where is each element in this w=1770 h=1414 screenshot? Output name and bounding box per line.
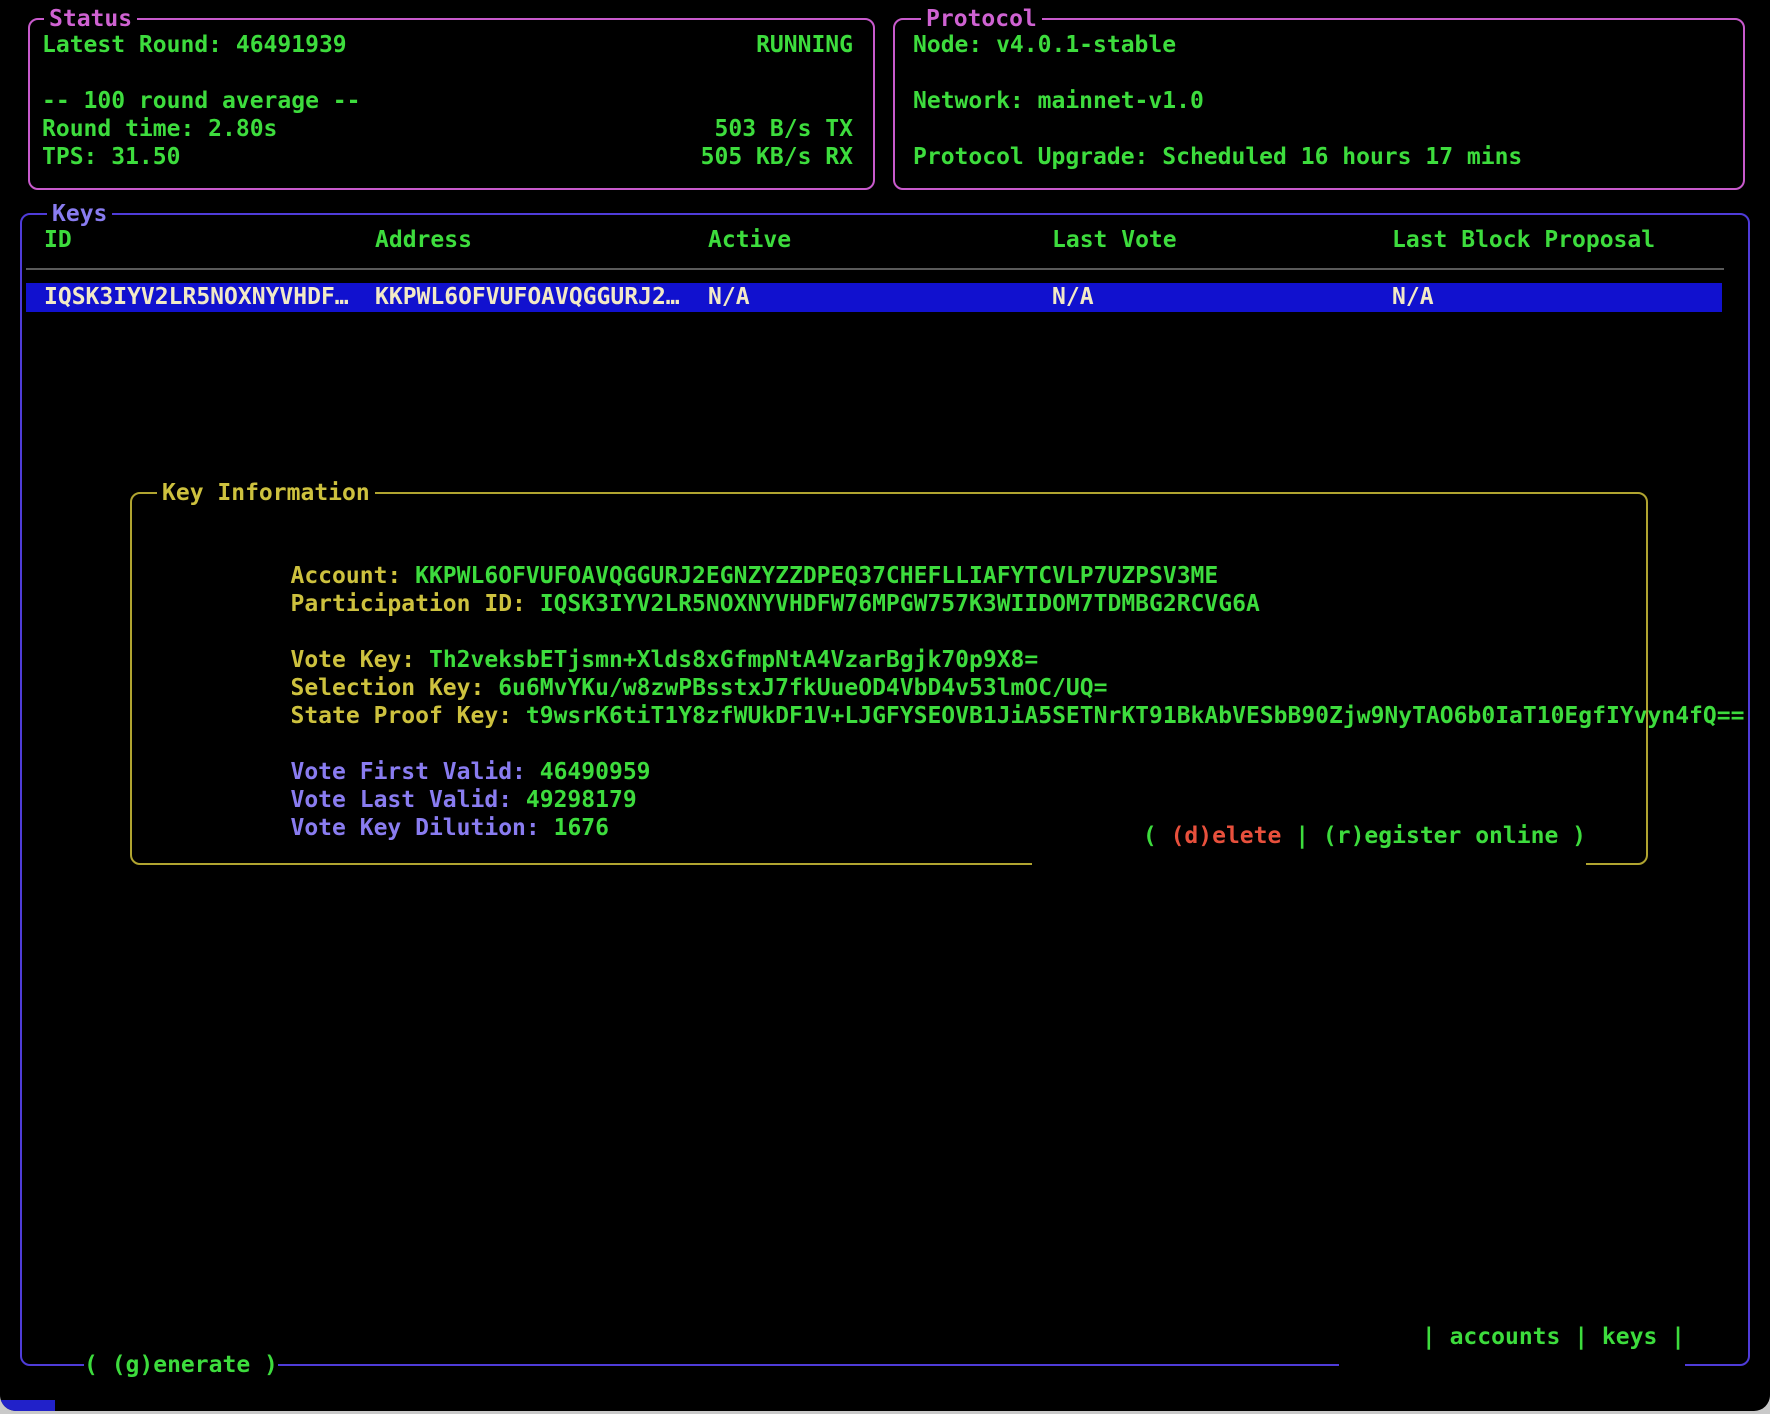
table-header-divider xyxy=(26,268,1724,270)
state-proof-key-value: t9wsrK6tiT1Y8zfWUkDF1V+LJGFYSEOVB1JiA5SE… xyxy=(526,703,1745,729)
protocol-upgrade-value: Protocol Upgrade: Scheduled 16 hours 17 … xyxy=(913,143,1522,171)
key-information-body: Account: KKPWL6OFVUFOAVQGGURJ2EGNZYZZDPE… xyxy=(132,494,1646,814)
protocol-line-network: Network: mainnet-v1.0 xyxy=(913,87,1723,115)
network-value: Network: mainnet-v1.0 xyxy=(913,87,1204,115)
row-cell-id: IQSK3IYV2LR5NOXNYVHDF… xyxy=(44,283,375,312)
bottom-blue-strip xyxy=(0,1400,55,1411)
tab-keys[interactable]: keys xyxy=(1602,1324,1657,1350)
node-state-badge: RUNNING xyxy=(756,31,853,59)
vote-first-valid-line: Vote First Valid: 46490959 xyxy=(152,730,1646,758)
vote-key-value: Th2veksbETjsmn+Xlds8xGfmpNtA4VzarBgjk70p… xyxy=(429,647,1038,673)
vote-last-valid-value: 49298179 xyxy=(526,787,637,813)
state-proof-key-label: State Proof Key: xyxy=(290,703,525,729)
spacer-line xyxy=(42,59,853,87)
register-online-button[interactable]: (r)egister online xyxy=(1323,823,1558,849)
tabs-pipe-open: | xyxy=(1422,1324,1450,1350)
spacer-line xyxy=(913,59,1723,87)
keys-table-header: ID Address Active Last Vote Last Block P… xyxy=(44,226,1708,254)
spacer-line xyxy=(913,115,1723,143)
vote-last-valid-label: Vote Last Valid: xyxy=(290,787,525,813)
status-line-tps: TPS: 31.50 505 KB/s RX xyxy=(42,143,853,171)
vote-key-label: Vote Key: xyxy=(290,647,428,673)
column-header-address: Address xyxy=(375,226,708,254)
row-cell-last-vote: N/A xyxy=(1052,283,1392,312)
key-actions-open-paren: ( xyxy=(1143,823,1171,849)
key-information-panel: Key Information Account: KKPWL6OFVUFOAVQ… xyxy=(130,492,1648,865)
status-panel-title: Status xyxy=(44,5,137,33)
column-header-last-block-proposal: Last Block Proposal xyxy=(1392,226,1708,254)
key-actions-close-paren: ) xyxy=(1558,823,1586,849)
status-panel: Status Latest Round: 46491939 RUNNING --… xyxy=(28,18,875,190)
column-header-active: Active xyxy=(708,226,1052,254)
tps-value: TPS: 31.50 xyxy=(42,143,180,171)
selection-key-value: 6u6MvYKu/w8zwPBsstxJ7fkUueOD4VbD4v53lmOC… xyxy=(498,675,1107,701)
keys-panel-title: Keys xyxy=(47,200,112,228)
view-tabs: | accounts | keys | xyxy=(1339,1295,1685,1379)
vote-key-dilution-label: Vote Key Dilution: xyxy=(290,815,553,841)
protocol-line-node: Node: v4.0.1-stable xyxy=(913,31,1723,59)
key-table-row-selected[interactable]: IQSK3IYV2LR5NOXNYVHDF… KKPWL6OFVUFOAVQGG… xyxy=(26,283,1722,312)
spacer-line xyxy=(152,506,1646,534)
tabs-pipe-close: | xyxy=(1657,1324,1685,1350)
account-line: Account: KKPWL6OFVUFOAVQGGURJ2EGNZYZZDPE… xyxy=(152,534,1646,562)
key-actions: ( (d)elete | (r)egister online ) xyxy=(1032,794,1586,878)
status-line-avg-header: -- 100 round average -- xyxy=(42,87,853,115)
row-cell-address: KKPWL6OFVUFOAVQGGURJ2… xyxy=(375,283,708,312)
column-header-id: ID xyxy=(44,226,375,254)
terminal-window: Status Latest Round: 46491939 RUNNING --… xyxy=(0,0,1770,1411)
tab-accounts[interactable]: accounts xyxy=(1450,1324,1561,1350)
status-line-round: Latest Round: 46491939 RUNNING xyxy=(42,31,853,59)
selection-key-label: Selection Key: xyxy=(290,675,498,701)
node-version-value: Node: v4.0.1-stable xyxy=(913,31,1176,59)
tx-rate-value: 503 B/s TX xyxy=(715,115,853,143)
protocol-panel-body: Node: v4.0.1-stable Network: mainnet-v1.… xyxy=(895,20,1743,171)
generate-key-button[interactable]: ( (g)enerate ) xyxy=(84,1351,278,1379)
delete-key-button[interactable]: (d)elete xyxy=(1171,823,1282,849)
account-label: Account: xyxy=(290,563,415,589)
key-information-title: Key Information xyxy=(157,479,375,507)
tabs-pipe-mid: | xyxy=(1560,1324,1602,1350)
row-cell-last-block-proposal: N/A xyxy=(1392,283,1722,312)
round-time-value: Round time: 2.80s xyxy=(42,115,277,143)
vote-first-valid-value: 46490959 xyxy=(540,759,651,785)
vote-key-dilution-value: 1676 xyxy=(554,815,609,841)
keys-panel: Keys ID Address Active Last Vote Last Bl… xyxy=(20,213,1750,1366)
latest-round-value: Latest Round: 46491939 xyxy=(42,31,347,59)
participation-id-label: Participation ID: xyxy=(290,591,539,617)
account-value: KKPWL6OFVUFOAVQGGURJ2EGNZYZZDPEQ37CHEFLL… xyxy=(415,563,1218,589)
protocol-panel-title: Protocol xyxy=(921,5,1042,33)
status-line-round-time: Round time: 2.80s 503 B/s TX xyxy=(42,115,853,143)
protocol-panel: Protocol Node: v4.0.1-stable Network: ma… xyxy=(893,18,1745,190)
participation-id-value: IQSK3IYV2LR5NOXNYVHDFW76MPGW757K3WIIDOM7… xyxy=(540,591,1260,617)
vote-key-line: Vote Key: Th2veksbETjsmn+Xlds8xGfmpNtA4V… xyxy=(152,618,1646,646)
key-actions-separator: | xyxy=(1281,823,1323,849)
protocol-line-upgrade: Protocol Upgrade: Scheduled 16 hours 17 … xyxy=(913,143,1723,171)
row-cell-active: N/A xyxy=(708,283,1052,312)
status-panel-body: Latest Round: 46491939 RUNNING -- 100 ro… xyxy=(30,20,873,171)
column-header-last-vote: Last Vote xyxy=(1052,226,1392,254)
round-average-header: -- 100 round average -- xyxy=(42,87,361,115)
vote-first-valid-label: Vote First Valid: xyxy=(290,759,539,785)
rx-rate-value: 505 KB/s RX xyxy=(701,143,853,171)
